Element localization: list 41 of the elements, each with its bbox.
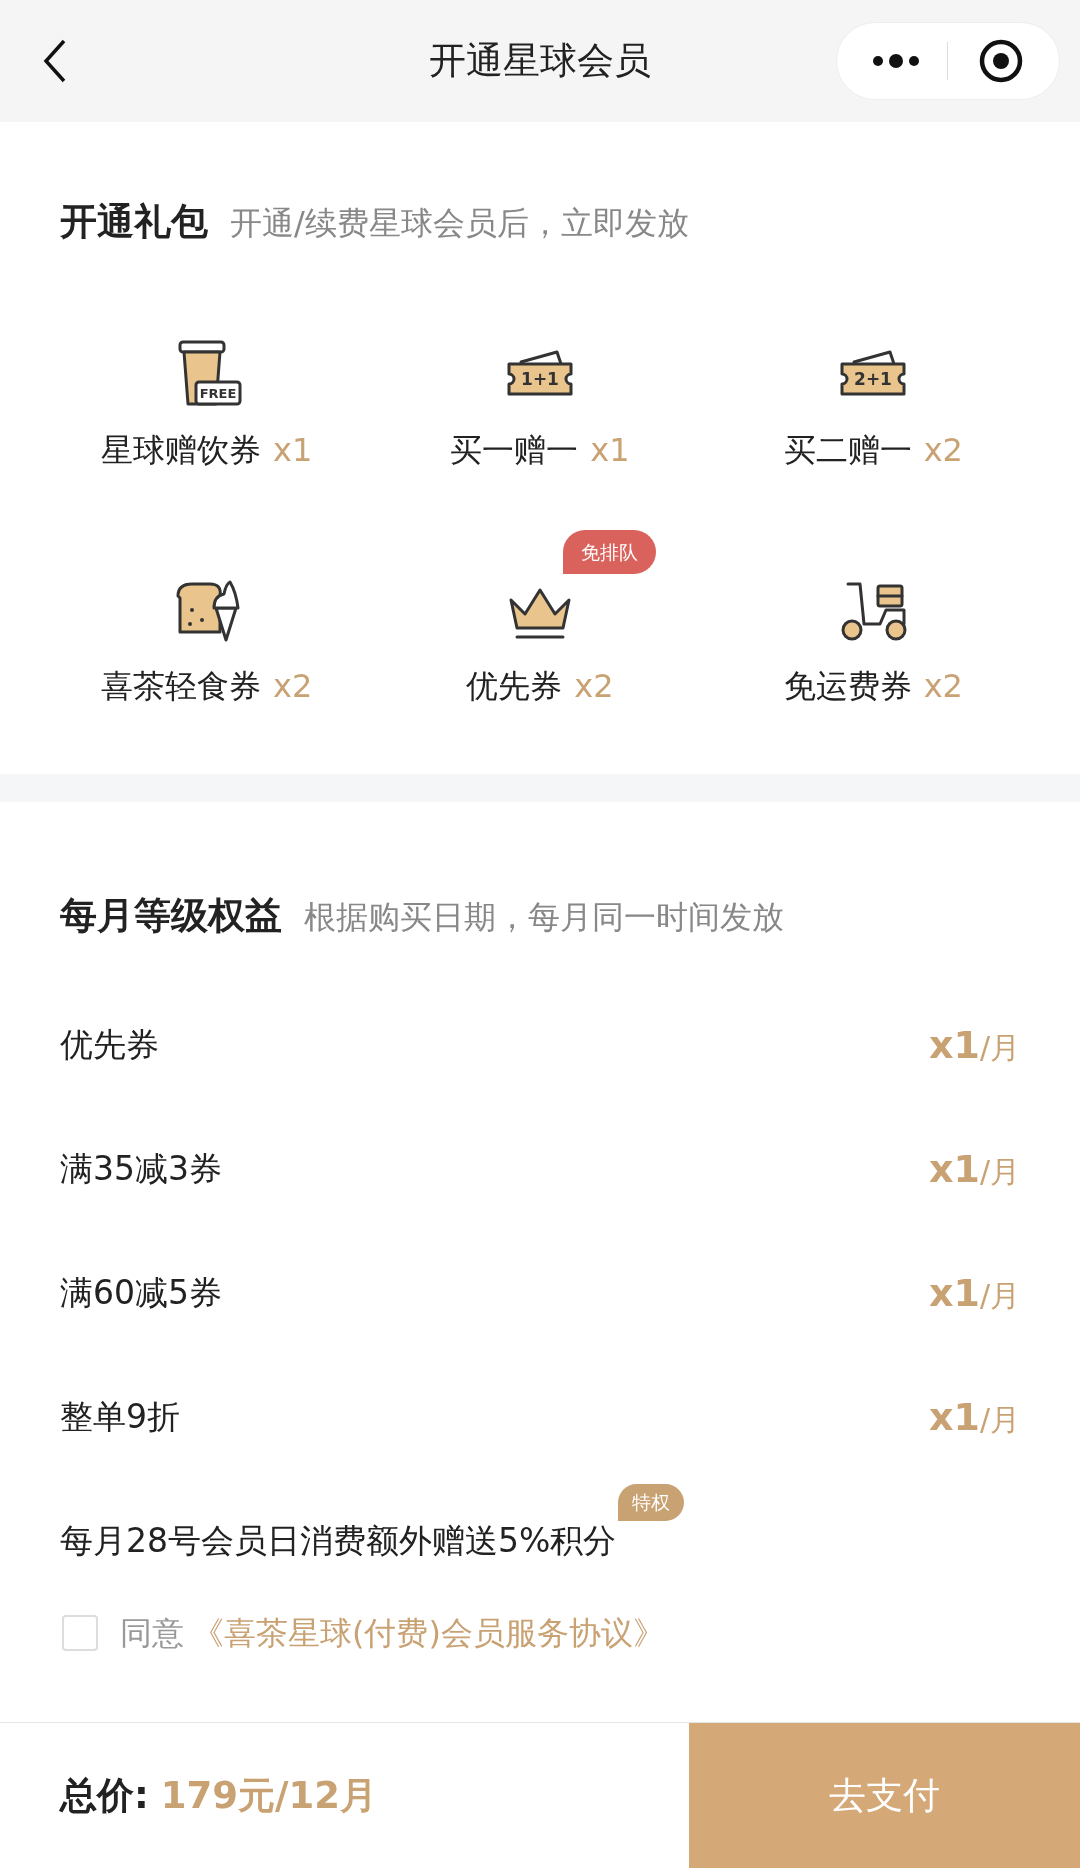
privilege-badge: 特权	[618, 1484, 685, 1521]
section-subtitle: 开通/续费星球会员后，立即发放	[230, 203, 689, 244]
benefit-label: 满60减5券	[60, 1273, 222, 1313]
benefit-unit: /月	[979, 1152, 1020, 1191]
gift-label: 买一赠一	[450, 430, 579, 469]
gift-label: 买二赠一	[783, 430, 912, 469]
benefit-count: x1	[928, 1145, 980, 1193]
total-label: 总价:	[60, 1772, 149, 1819]
agreement-link[interactable]: 《喜茶星球(付费)会员服务协议》	[192, 1614, 665, 1652]
benefit-label: 满35减3券	[60, 1149, 222, 1189]
benefit-unit: /月	[979, 1276, 1020, 1315]
more-icon[interactable]	[871, 54, 921, 68]
section-title: 开通礼包	[60, 199, 208, 245]
benefit-count: x1	[928, 1269, 980, 1317]
close-miniprogram-icon[interactable]	[978, 38, 1024, 84]
queue-skip-badge: 免排队	[563, 529, 656, 574]
section-subtitle: 根据购买日期，每月同一时间发放	[304, 896, 784, 938]
page-title: 开通星球会员	[429, 38, 651, 85]
benefit-count: x1	[928, 1393, 980, 1441]
benefit-count: x1	[928, 1021, 980, 1069]
section-title: 每月等级权益	[60, 892, 282, 939]
gift-label: 免运费券	[783, 666, 912, 705]
gift-count: x2	[923, 666, 963, 705]
gift-count: x2	[574, 666, 614, 705]
agreement-text: 同意	[120, 1614, 184, 1652]
benefit-label: 优先券	[60, 1025, 159, 1065]
benefit-label: 整单9折	[60, 1397, 180, 1437]
gift-label: 星球赠饮券	[101, 430, 261, 469]
back-icon[interactable]	[42, 38, 68, 84]
benefit-unit: /月	[979, 1028, 1020, 1067]
gift-label: 优先券	[466, 666, 563, 705]
gift-count: x2	[923, 430, 963, 469]
agreement-checkbox[interactable]	[62, 1615, 98, 1651]
total-price: 179元/12月	[160, 1772, 378, 1819]
benefit-label: 每月28号会员日消费额外赠送5%积分	[60, 1521, 617, 1561]
benefit-unit: /月	[979, 1400, 1020, 1439]
pay-button[interactable]: 去支付	[689, 1723, 1080, 1868]
gift-count: x1	[273, 430, 313, 469]
gift-label: 喜茶轻食券	[101, 666, 261, 705]
gift-count: x2	[273, 666, 313, 705]
gift-count: x1	[590, 430, 630, 469]
